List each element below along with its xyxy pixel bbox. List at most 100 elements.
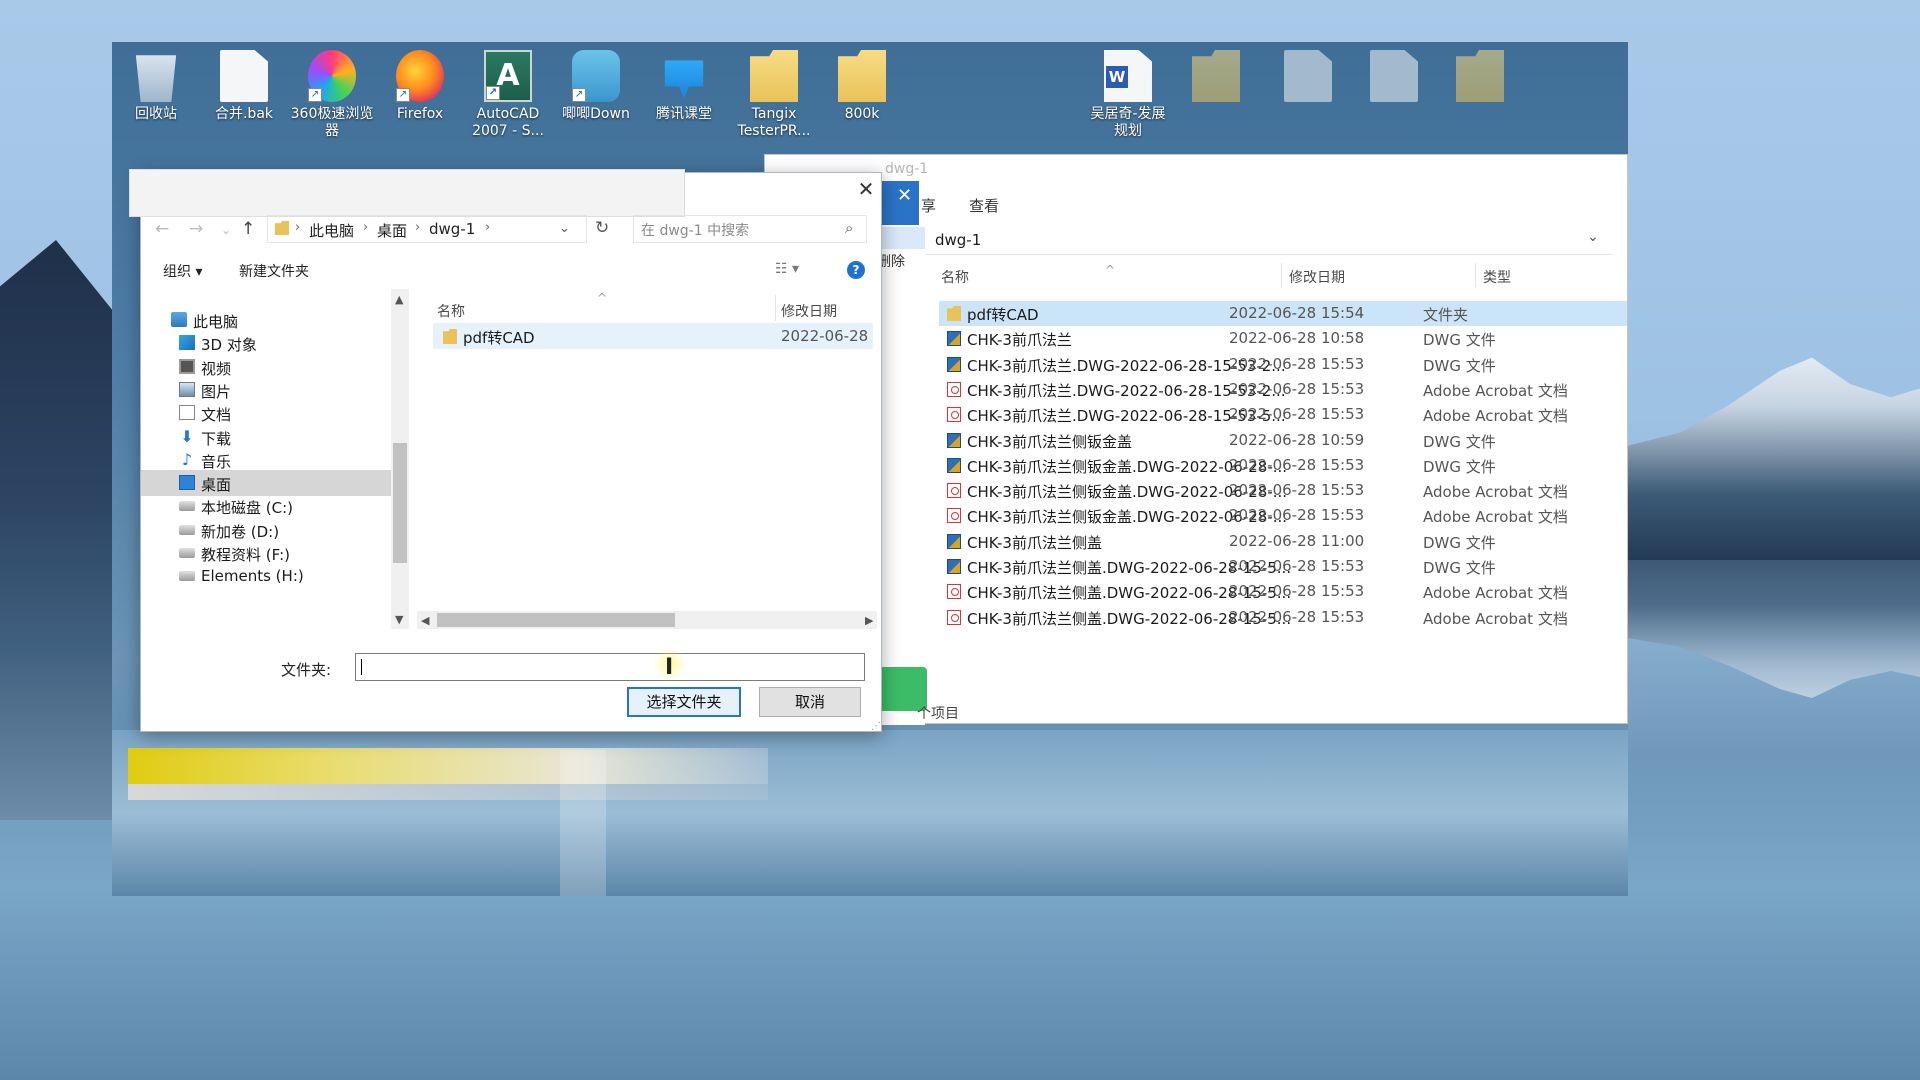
view-options-icon[interactable]: ☷ ▾ bbox=[775, 261, 799, 277]
close-icon[interactable]: ✕ bbox=[853, 177, 879, 201]
new-folder-button[interactable]: 新建文件夹 bbox=[239, 261, 309, 281]
breadcrumb-desktop[interactable]: 桌面 bbox=[377, 220, 407, 241]
select-folder-button[interactable]: 选择文件夹 bbox=[627, 687, 741, 717]
breadcrumb-this-pc[interactable]: 此电脑 bbox=[309, 220, 354, 241]
column-separator[interactable] bbox=[775, 295, 776, 321]
nav-item[interactable]: ⬇ 下载 bbox=[141, 424, 391, 450]
nav-item-label: 音乐 bbox=[201, 452, 232, 471]
nav-item[interactable]: ♪ 音乐 bbox=[141, 447, 391, 473]
drive-icon bbox=[179, 548, 195, 558]
nav-item[interactable]: 3D 对象 bbox=[141, 330, 391, 356]
resize-grip-icon[interactable]: ⋰ bbox=[871, 721, 881, 732]
file-type: Adobe Acrobat 文档 bbox=[1423, 483, 1568, 502]
horizontal-scrollbar-thumb[interactable] bbox=[437, 613, 675, 627]
refresh-icon[interactable]: ↻ bbox=[595, 218, 609, 238]
file-list-row[interactable]: CHK-3前爪法兰侧盖 2022-06-28 11:00 DWG 文件 bbox=[939, 529, 1627, 554]
desktop-icon-ghost[interactable] bbox=[1264, 50, 1352, 106]
desktop-icon-recycle-bin[interactable]: 回收站 bbox=[112, 50, 200, 123]
file-list-row[interactable]: CHK-3前爪法兰侧钣金盖 2022-06-28 10:59 DWG 文件 bbox=[939, 428, 1627, 453]
file-list-row[interactable]: CHK-3前爪法兰侧钣金盖.DWG-2022-06-28-... 2022-06-… bbox=[939, 503, 1627, 528]
nav-item[interactable]: 桌面 bbox=[141, 470, 391, 497]
desktop-icon-tangix[interactable]: Tangix TesterPR... bbox=[730, 50, 818, 140]
file-list-row[interactable]: CHK-3前爪法兰侧钣金盖.DWG-2022-06-28-... 2022-06-… bbox=[939, 478, 1627, 503]
nav-item-label: Elements (H:) bbox=[201, 567, 304, 586]
file-list-row[interactable]: CHK-3前爪法兰侧盖.DWG-2022-06-28-15-5... 2022-0… bbox=[939, 605, 1627, 630]
nav-item[interactable]: 此电脑 bbox=[141, 307, 391, 333]
nav-item[interactable]: 新加卷 (D:) bbox=[141, 517, 391, 543]
desktop-icon-ghost[interactable] bbox=[1436, 50, 1524, 106]
desktop-icon-360-browser[interactable]: ↗ 360极速浏览器 bbox=[288, 50, 376, 140]
column-header-date[interactable]: 修改日期 bbox=[781, 301, 837, 321]
background-glow-lower bbox=[128, 784, 768, 800]
cancel-button[interactable]: 取消 bbox=[759, 687, 861, 717]
desktop-icon-merge-bak[interactable]: 合并.bak bbox=[200, 50, 288, 123]
desktop-icon-label: AutoCAD 2007 - S... bbox=[472, 106, 544, 139]
nav-item[interactable]: 图片 bbox=[141, 377, 391, 403]
forward-arrow-icon[interactable]: → bbox=[189, 219, 203, 239]
browser-360-icon: ↗ bbox=[308, 50, 356, 102]
breadcrumb-separator[interactable]: › bbox=[363, 220, 368, 235]
tab-view[interactable]: 查看 bbox=[969, 195, 999, 216]
breadcrumb-dwg-1[interactable]: dwg-1 bbox=[429, 220, 475, 238]
chevron-down-icon[interactable]: ⌄ bbox=[559, 221, 570, 236]
desktop-icon-firefox[interactable]: ↗ Firefox bbox=[376, 50, 464, 123]
file-list-row[interactable]: CHK-3前爪法兰.DWG-2022-06-28-15-53-2... 2022-… bbox=[939, 377, 1627, 402]
breadcrumb-separator[interactable]: › bbox=[485, 220, 490, 235]
desktop-icon-label: 吴居奇-发展规划 bbox=[1090, 106, 1166, 139]
folder-icon bbox=[947, 306, 961, 321]
recent-locations-icon[interactable]: ⌄ bbox=[221, 223, 231, 237]
breadcrumb-separator[interactable]: › bbox=[415, 220, 420, 235]
nav-item[interactable]: Elements (H:) bbox=[141, 563, 391, 589]
breadcrumb-separator[interactable]: › bbox=[295, 220, 300, 235]
nav-item[interactable]: 教程资料 (F:) bbox=[141, 540, 391, 566]
navigation-scrollbar-thumb[interactable] bbox=[393, 443, 407, 563]
file-date: 2022-06-28 15:53 bbox=[1229, 582, 1365, 601]
desktop-icon-ghost[interactable] bbox=[1172, 50, 1260, 106]
pdf-file-icon bbox=[947, 584, 961, 600]
firefox-icon: ↗ bbox=[396, 50, 444, 102]
file-list-row[interactable]: CHK-3前爪法兰侧钣金盖.DWG-2022-06-28-... 2022-06-… bbox=[939, 453, 1627, 478]
chevron-down-icon[interactable]: ⌄ bbox=[1587, 229, 1599, 245]
scroll-down-icon[interactable]: ▼ bbox=[395, 613, 403, 626]
scroll-right-icon[interactable]: ▶ bbox=[865, 614, 873, 627]
file-list-row[interactable]: pdf转CAD 2022-06-28 15:54 文件夹 bbox=[939, 301, 1627, 326]
scroll-up-icon[interactable]: ▲ bbox=[395, 293, 403, 306]
nav-item[interactable]: 视频 bbox=[141, 354, 391, 380]
column-header-name[interactable]: 名称 bbox=[437, 301, 465, 321]
nav-item[interactable]: 本地磁盘 (C:) bbox=[141, 493, 391, 519]
column-separator[interactable] bbox=[1281, 263, 1282, 287]
file-list-row[interactable]: CHK-3前爪法兰侧盖.DWG-2022-06-28-15-5... 2022-0… bbox=[939, 554, 1627, 579]
file-type: DWG 文件 bbox=[1423, 559, 1496, 577]
desktop-icon-ghost[interactable] bbox=[1350, 50, 1438, 106]
desktop-icon-label: 唧唧Down bbox=[562, 106, 630, 122]
desktop-icon-jijidown[interactable]: ↗ 唧唧Down bbox=[552, 50, 640, 123]
desktop-icon-800k[interactable]: 800k bbox=[818, 50, 906, 123]
file-list-row[interactable]: CHK-3前爪法兰侧盖.DWG-2022-06-28-15-5... 2022-0… bbox=[939, 579, 1627, 604]
up-arrow-icon[interactable]: ↑ bbox=[241, 219, 255, 239]
search-icon[interactable]: ⌕ bbox=[845, 219, 853, 237]
file-list-row[interactable]: CHK-3前爪法兰.DWG-2022-06-28-15-53-2... 2022-… bbox=[939, 352, 1627, 377]
nav-item[interactable]: 文档 bbox=[141, 400, 391, 426]
back-arrow-icon[interactable]: ← bbox=[155, 219, 169, 239]
close-icon[interactable]: ✕ bbox=[897, 185, 912, 206]
tab-share[interactable]: 享 bbox=[921, 195, 936, 216]
pdf-file-icon bbox=[947, 508, 961, 524]
desktop-icon-tencent-classroom[interactable]: 腾讯课堂 bbox=[640, 50, 728, 123]
file-list-row[interactable]: CHK-3前爪法兰 2022-06-28 10:58 DWG 文件 bbox=[939, 326, 1627, 351]
desktop-icon-word-doc[interactable]: 吴居奇-发展规划 bbox=[1084, 50, 1172, 140]
folder-name-input[interactable] bbox=[355, 653, 865, 681]
file-list-row[interactable]: CHK-3前爪法兰.DWG-2022-06-28-15-53-5... 2022-… bbox=[939, 402, 1627, 427]
drive-icon bbox=[179, 524, 195, 535]
column-header-name[interactable]: 名称 bbox=[941, 267, 969, 287]
desktop-icon-autocad[interactable]: A ↗ AutoCAD 2007 - S... bbox=[464, 50, 552, 140]
dwg-file-icon bbox=[947, 356, 961, 372]
dwg-file-icon bbox=[947, 432, 961, 448]
column-header-type[interactable]: 类型 bbox=[1483, 267, 1511, 287]
scroll-left-icon[interactable]: ◀ bbox=[421, 614, 429, 627]
column-separator[interactable] bbox=[1475, 263, 1476, 287]
organize-button[interactable]: 组织 ▾ bbox=[163, 261, 202, 281]
column-header-date[interactable]: 修改日期 bbox=[1289, 267, 1345, 287]
help-icon[interactable]: ? bbox=[847, 261, 865, 279]
nav-item-label: 本地磁盘 (C:) bbox=[201, 499, 293, 518]
explorer-address-bar[interactable] bbox=[925, 225, 1613, 255]
